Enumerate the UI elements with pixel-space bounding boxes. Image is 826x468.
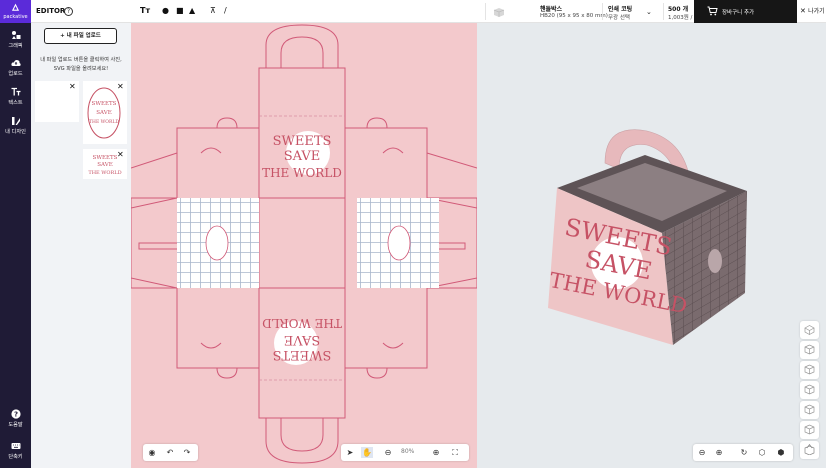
select-cursor-icon[interactable]: ➤: [344, 447, 356, 458]
fullscreen-icon[interactable]: ⛶: [449, 447, 461, 458]
add-to-cart-button[interactable]: 장바구니 추가: [694, 0, 797, 23]
artwork-text: SAVE: [96, 110, 111, 116]
dieline-canvas[interactable]: SWEETS SAVE THE WORLD SWEETS SAVE THE WO…: [131, 23, 477, 468]
tool-circle-icon[interactable]: ●: [162, 6, 169, 17]
divider: [663, 3, 664, 20]
rail-item-label: 단축키: [8, 454, 23, 460]
my-design-icon: [11, 117, 20, 125]
delete-upload-icon[interactable]: ✕: [117, 150, 124, 159]
tool-line-icon[interactable]: /: [224, 6, 227, 17]
add-to-cart-label: 장바구니 추가: [722, 10, 755, 16]
artwork-text: THE WORLD: [262, 316, 342, 330]
artwork-text: SWEETS: [92, 101, 117, 107]
view-box-left-icon[interactable]: [800, 361, 819, 379]
undo-icon[interactable]: ↶: [164, 447, 176, 458]
artwork-text: THE WORLD: [89, 119, 119, 125]
upload-cloud-icon: [10, 60, 21, 66]
view-box-front-icon[interactable]: [800, 341, 819, 359]
exit-label: 나가기: [808, 8, 825, 15]
artwork-text: SAVE: [97, 162, 112, 168]
brand-name: packative: [3, 14, 28, 20]
keyboard-icon: [11, 443, 20, 449]
text-icon: [11, 87, 20, 96]
upload-file-label: 내 파일 업로드: [66, 33, 101, 39]
rail-item-label: 그래픽: [8, 43, 23, 49]
view-box-right-icon[interactable]: [800, 381, 819, 399]
box-open-icon[interactable]: ⬢: [775, 447, 787, 458]
cart-icon: [707, 6, 718, 16]
box-view-icon[interactable]: ⬡: [756, 447, 768, 458]
editor-title: EDITOR: [36, 7, 66, 15]
tool-triangle-icon[interactable]: ▲: [189, 6, 195, 17]
quantity-title: 500 개: [668, 6, 689, 13]
rail-item-upload[interactable]: 업로드: [0, 58, 31, 77]
artwork-text: SAVE: [284, 332, 321, 347]
canvas-view-controls: ➤ ✋ ⊖ 80% ⊕ ⛶: [341, 444, 469, 461]
zoom-out-icon[interactable]: ⊖: [382, 447, 394, 458]
view-box-back-icon[interactable]: [800, 401, 819, 419]
rail-item-graphic[interactable]: 그래픽: [0, 30, 31, 49]
print-coating: 무광 선택: [608, 15, 630, 21]
rail-item-label: 내 디자인: [5, 129, 26, 135]
view-box-top-icon[interactable]: [800, 321, 819, 339]
artwork-text: SWEETS: [273, 347, 332, 362]
product-title: 핸들박스: [540, 6, 563, 13]
delete-upload-icon[interactable]: ✕: [69, 82, 76, 91]
exit-button[interactable]: ✕ 나가기: [800, 6, 825, 15]
product-size: HB20 (95 x 95 x 80 mm): [540, 13, 608, 19]
upload-hint-line: SVG 파일을 올려보세요!: [53, 66, 109, 72]
help-icon: ?: [10, 409, 21, 419]
chevron-down-icon: ⌄: [646, 8, 652, 16]
divider: [485, 3, 486, 20]
delete-upload-icon[interactable]: ✕: [117, 82, 124, 91]
box-thumbnail-icon: [493, 8, 505, 17]
zoom-in-icon[interactable]: ⊕: [430, 447, 442, 458]
divider: [602, 3, 603, 20]
rail-item-help[interactable]: ? 도움말: [0, 409, 31, 428]
print-title: 인쇄 코팅: [608, 6, 633, 13]
zoom-in-3d-icon[interactable]: ⊕: [713, 447, 725, 458]
brand-logo[interactable]: packative: [0, 0, 31, 23]
rail-item-my-design[interactable]: 내 디자인: [0, 116, 31, 135]
graphic-icon: [11, 31, 20, 39]
upload-file-button[interactable]: + 내 파일 업로드: [44, 28, 117, 44]
reset-rotation-icon[interactable]: ↻: [738, 447, 750, 458]
rail-item-shortcuts[interactable]: 단축키: [0, 441, 31, 460]
artwork-text: SAVE: [284, 149, 321, 164]
view-box-open-icon[interactable]: [800, 441, 819, 459]
rail-item-label: 업로드: [8, 71, 23, 77]
rail-item-label: 텍스트: [8, 100, 23, 106]
history-controls: ◉ ↶ ↷: [143, 444, 198, 461]
redo-icon[interactable]: ↷: [181, 447, 193, 458]
tool-align-icon[interactable]: ⊼: [210, 6, 216, 17]
artwork-text: THE WORLD: [262, 166, 342, 180]
color-picker-icon[interactable]: ◉: [146, 447, 158, 458]
upload-hint: 내 파일 업로드 버튼을 클릭하여 사진, SVG 파일을 올려보세요!: [35, 56, 127, 74]
brand-logo-mark: [11, 3, 20, 11]
pan-hand-icon[interactable]: ✋: [361, 447, 373, 458]
view-box-bottom-icon[interactable]: [800, 421, 819, 439]
artwork-text: SWEETS: [273, 134, 332, 149]
rail-item-text[interactable]: 텍스트: [0, 87, 31, 106]
3d-view-controls: ⊖ ⊕ ↻ ⬡ ⬢: [693, 444, 793, 461]
artwork-text: THE WORLD: [88, 170, 121, 176]
artwork-text: SWEETS: [93, 155, 118, 161]
3d-preview[interactable]: SWEETS SAVE THE WORLD ⊖ ⊕ ↻ ⬡ ⬢: [477, 23, 826, 468]
svg-text:?: ?: [13, 411, 17, 419]
tool-text-icon[interactable]: Tт: [140, 6, 150, 17]
tool-square-icon[interactable]: ■: [176, 6, 184, 17]
zoom-level: 80%: [401, 448, 415, 455]
dieline: SWEETS SAVE THE WORLD SWEETS SAVE THE WO…: [131, 24, 477, 464]
left-rail: packative 그래픽 업로드 텍스트 내 디자인 ? 도움말 단축키: [0, 0, 31, 468]
zoom-out-3d-icon[interactable]: ⊖: [696, 447, 708, 458]
rail-item-label: 도움말: [8, 422, 23, 428]
close-icon: ✕: [800, 7, 806, 15]
editor-help-icon[interactable]: ?: [64, 7, 73, 16]
upload-hint-line: 내 파일 업로드 버튼을 클릭하여 사진,: [40, 57, 122, 63]
upload-panel: + 내 파일 업로드 내 파일 업로드 버튼을 클릭하여 사진, SVG 파일을…: [31, 23, 131, 468]
3d-box-render: SWEETS SAVE THE WORLD: [547, 129, 747, 345]
